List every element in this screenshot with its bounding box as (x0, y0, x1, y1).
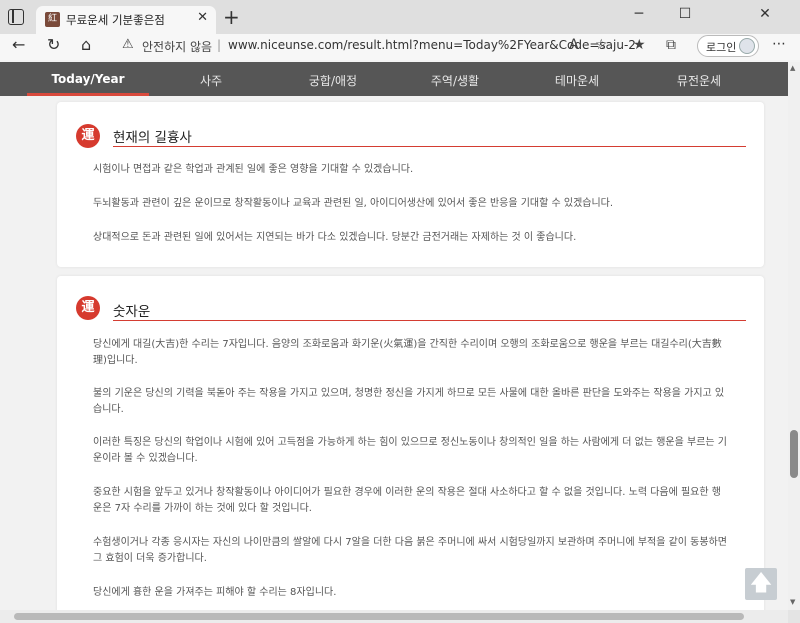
close-window-button[interactable]: ✕ (742, 6, 788, 22)
favorites-icon[interactable]: ★ (633, 37, 646, 53)
vertical-scroll-thumb[interactable] (790, 430, 798, 478)
nav-item-iching[interactable]: 주역/생활 (394, 72, 516, 89)
title-divider (113, 146, 746, 147)
card-paragraph: 상대적으로 돈과 관련된 일에 있어서는 지연되는 바가 다소 있겠습니다. 당… (93, 232, 577, 243)
horizontal-scrollbar[interactable] (0, 610, 788, 623)
nav-item-saju[interactable]: 사주 (150, 72, 272, 89)
favicon-icon: 紅 (45, 12, 60, 27)
read-aloud-icon[interactable]: A (569, 37, 579, 53)
new-tab-button[interactable]: + (223, 5, 240, 29)
back-arrow-icon[interactable]: ← (12, 35, 25, 54)
title-divider (113, 320, 746, 321)
nav-item-last[interactable]: 뮤전운세 (638, 72, 760, 89)
fortune-emblem-icon: 運 (76, 296, 100, 320)
tab-actions-icon[interactable] (8, 9, 24, 25)
more-icon[interactable]: ⋯ (772, 36, 786, 52)
card-paragraph: 당신에게 흉한 운을 가져주는 피해야 할 수리는 8자입니다. (93, 587, 337, 598)
nav-item-compatibility[interactable]: 궁합/애정 (272, 72, 394, 89)
card-paragraph: 당신에게 대길(大吉)한 수리는 7자입니다. 음양의 조화로움과 화기운(火氣… (93, 339, 722, 366)
add-favorite-icon[interactable]: ☆ (595, 37, 608, 53)
refresh-icon[interactable]: ↻ (47, 35, 60, 54)
page-content: 運 현재의 길흉사 시험이나 면접과 같은 학업과 관계된 일에 좋은 영향을 … (0, 96, 788, 610)
card-paragraph: 불의 기운은 당신의 기력을 북돋아 주는 작용을 가지고 있으며, 청명한 정… (93, 388, 725, 415)
tab-title: 무료운세 기분좋은점 (66, 13, 165, 27)
home-icon[interactable]: ⌂ (81, 35, 91, 54)
browser-toolbar: ← ↻ ⌂ ⚠ 안전하지 않음 | www.niceunse.com/resul… (0, 34, 800, 60)
card-paragraph: 수험생이거나 각종 응시자는 자신의 나이만큼의 쌀알에 다시 7알을 더한 다… (93, 537, 727, 564)
card-title: 숫자운 (113, 304, 151, 320)
scrollbar-corner (788, 610, 800, 623)
nav-item-today-year[interactable]: Today/Year (27, 72, 149, 86)
card-paragraph: 시험이나 면접과 같은 학업과 관계된 일에 좋은 영향을 기대할 수 있겠습니… (93, 164, 414, 175)
fortune-emblem-icon: 運 (76, 124, 100, 148)
security-status[interactable]: 안전하지 않음 (142, 38, 212, 55)
card-title: 현재의 길흉사 (113, 130, 192, 146)
card-paragraph: 중요한 시험을 앞두고 있거나 창작활동이나 아이디어가 필요한 경우에 이러한… (93, 487, 721, 514)
vertical-scrollbar[interactable]: ▲ ▼ (788, 62, 800, 610)
minimize-button[interactable]: ─ (616, 6, 662, 22)
horizontal-scroll-thumb[interactable] (14, 613, 744, 620)
maximize-button[interactable]: ☐ (662, 6, 708, 22)
card-paragraph: 이러한 특징은 당신의 학업이나 시험에 있어 고득점을 가능하게 하는 힘이 … (93, 437, 727, 464)
card-paragraph: 두뇌활동과 관련이 깊은 운이므로 창작활동이나 교육과 관련된 일, 아이디어… (93, 198, 614, 209)
login-label: 로그인 (706, 41, 737, 54)
browser-tab[interactable]: 紅 무료운세 기분좋은점 ✕ (36, 6, 216, 34)
address-bar[interactable]: ⚠ 안전하지 않음 | www.niceunse.com/result.html… (112, 34, 636, 58)
address-separator: | (217, 38, 222, 52)
number-fortune-card: 運 숫자운 당신에게 대길(大吉)한 수리는 7자입니다. 음양의 조화로움과 … (57, 276, 764, 610)
site-nav: Today/Year 사주 궁합/애정 주역/생활 테마운세 뮤전운세 (0, 62, 800, 96)
login-button[interactable]: 로그인 (697, 35, 759, 57)
nav-item-theme[interactable]: 테마운세 (516, 72, 638, 89)
scroll-up-icon[interactable]: ▲ (790, 64, 795, 72)
tab-close-icon[interactable]: ✕ (197, 10, 208, 25)
scroll-to-top-button[interactable]: 🡅 (745, 568, 777, 600)
avatar-icon (739, 38, 755, 54)
warning-icon[interactable]: ⚠ (122, 37, 134, 52)
fortune-card: 運 현재의 길흉사 시험이나 면접과 같은 학업과 관계된 일에 좋은 영향을 … (57, 102, 764, 267)
title-bar: 紅 무료운세 기분좋은점 ✕ + ─ ☐ ✕ (0, 0, 800, 34)
collections-icon[interactable]: ⧉ (666, 37, 676, 53)
scroll-down-icon[interactable]: ▼ (790, 598, 795, 606)
